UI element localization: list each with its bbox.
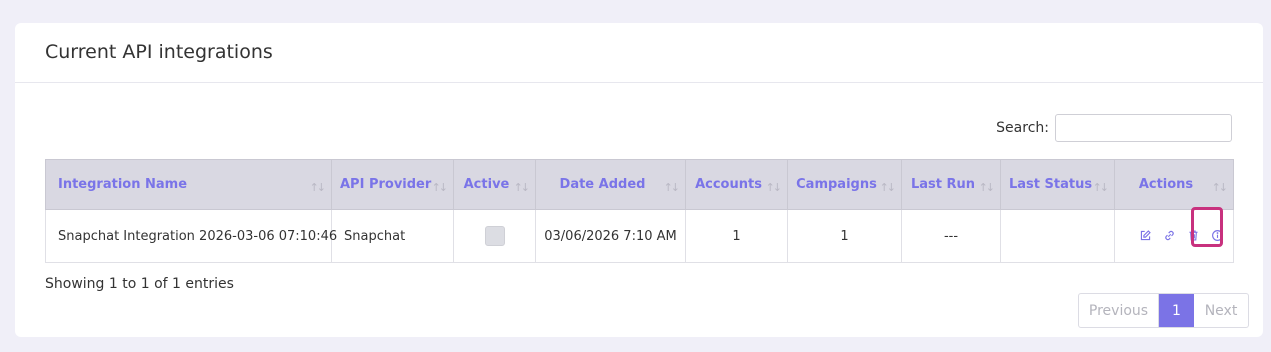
info-icon-highlight-box bbox=[1191, 207, 1223, 247]
sort-icon: ↑↓ bbox=[431, 181, 449, 194]
column-header-last-status[interactable]: Last Status ↑↓ bbox=[1000, 159, 1115, 210]
table-row: Snapchat Integration 2026-03-06 07:10:46… bbox=[45, 209, 1234, 263]
cell-integration-name: Snapchat Integration 2026-03-06 07:10:46 bbox=[45, 209, 337, 263]
card-header: Current API integrations bbox=[15, 23, 1263, 83]
pagination-next-button[interactable]: Next bbox=[1194, 294, 1248, 327]
sort-icon: ↑↓ bbox=[663, 181, 681, 194]
search-label: Search: bbox=[996, 120, 1049, 136]
sort-icon: ↑↓ bbox=[1211, 181, 1229, 194]
edit-icon[interactable] bbox=[1136, 226, 1154, 244]
pagination-page-button[interactable]: 1 bbox=[1159, 294, 1194, 327]
search-container: Search: bbox=[996, 114, 1232, 142]
link-icon[interactable] bbox=[1160, 226, 1178, 244]
column-label: Actions bbox=[1138, 177, 1194, 192]
integrations-card: Current API integrations Search: Integra… bbox=[15, 23, 1263, 337]
sort-icon: ↑↓ bbox=[978, 181, 996, 194]
cell-last-status bbox=[1000, 209, 1115, 263]
column-header-active[interactable]: Active ↑↓ bbox=[453, 159, 536, 210]
column-header-campaigns[interactable]: Campaigns ↑↓ bbox=[787, 159, 902, 210]
page-title: Current API integrations bbox=[45, 41, 273, 63]
sort-icon: ↑↓ bbox=[1092, 181, 1110, 194]
column-label: Last Run bbox=[910, 177, 976, 192]
cell-accounts: 1 bbox=[685, 209, 788, 263]
cell-active bbox=[453, 209, 536, 263]
integrations-table: Integration Name ↑↓ API Provider ↑↓ Active… bbox=[45, 159, 1234, 263]
pagination-previous-button[interactable]: Previous bbox=[1079, 294, 1159, 327]
sort-icon: ↑↓ bbox=[513, 181, 531, 194]
sort-icon: ↑↓ bbox=[309, 181, 327, 194]
column-header-accounts[interactable]: Accounts ↑↓ bbox=[685, 159, 788, 210]
column-label: Last Status bbox=[1009, 177, 1093, 192]
column-header-date-added[interactable]: Date Added ↑↓ bbox=[535, 159, 686, 210]
cell-last-run: --- bbox=[901, 209, 1001, 263]
sort-icon: ↑↓ bbox=[765, 181, 783, 194]
column-label: Accounts bbox=[695, 177, 762, 192]
column-label: API Provider bbox=[340, 177, 432, 192]
column-header-integration-name[interactable]: Integration Name ↑↓ bbox=[45, 159, 332, 210]
cell-api-provider: Snapchat bbox=[331, 209, 454, 263]
cell-date-added: 03/06/2026 7:10 AM bbox=[535, 209, 686, 263]
search-input[interactable] bbox=[1055, 114, 1232, 142]
cell-campaigns: 1 bbox=[787, 209, 902, 263]
pagination: Previous 1 Next bbox=[1078, 293, 1249, 328]
table-header-row: Integration Name ↑↓ API Provider ↑↓ Active… bbox=[45, 159, 1234, 210]
column-label: Active bbox=[463, 177, 510, 192]
column-header-last-run[interactable]: Last Run ↑↓ bbox=[901, 159, 1001, 210]
column-label: Campaigns bbox=[796, 177, 877, 192]
column-label: Date Added bbox=[559, 177, 646, 192]
column-header-api-provider[interactable]: API Provider ↑↓ bbox=[331, 159, 454, 210]
column-label: Integration Name bbox=[58, 177, 188, 192]
active-checkbox[interactable] bbox=[484, 226, 505, 246]
table-info: Showing 1 to 1 of 1 entries bbox=[45, 276, 234, 292]
sort-icon: ↑↓ bbox=[879, 181, 897, 194]
column-header-actions[interactable]: Actions ↑↓ bbox=[1114, 159, 1234, 210]
